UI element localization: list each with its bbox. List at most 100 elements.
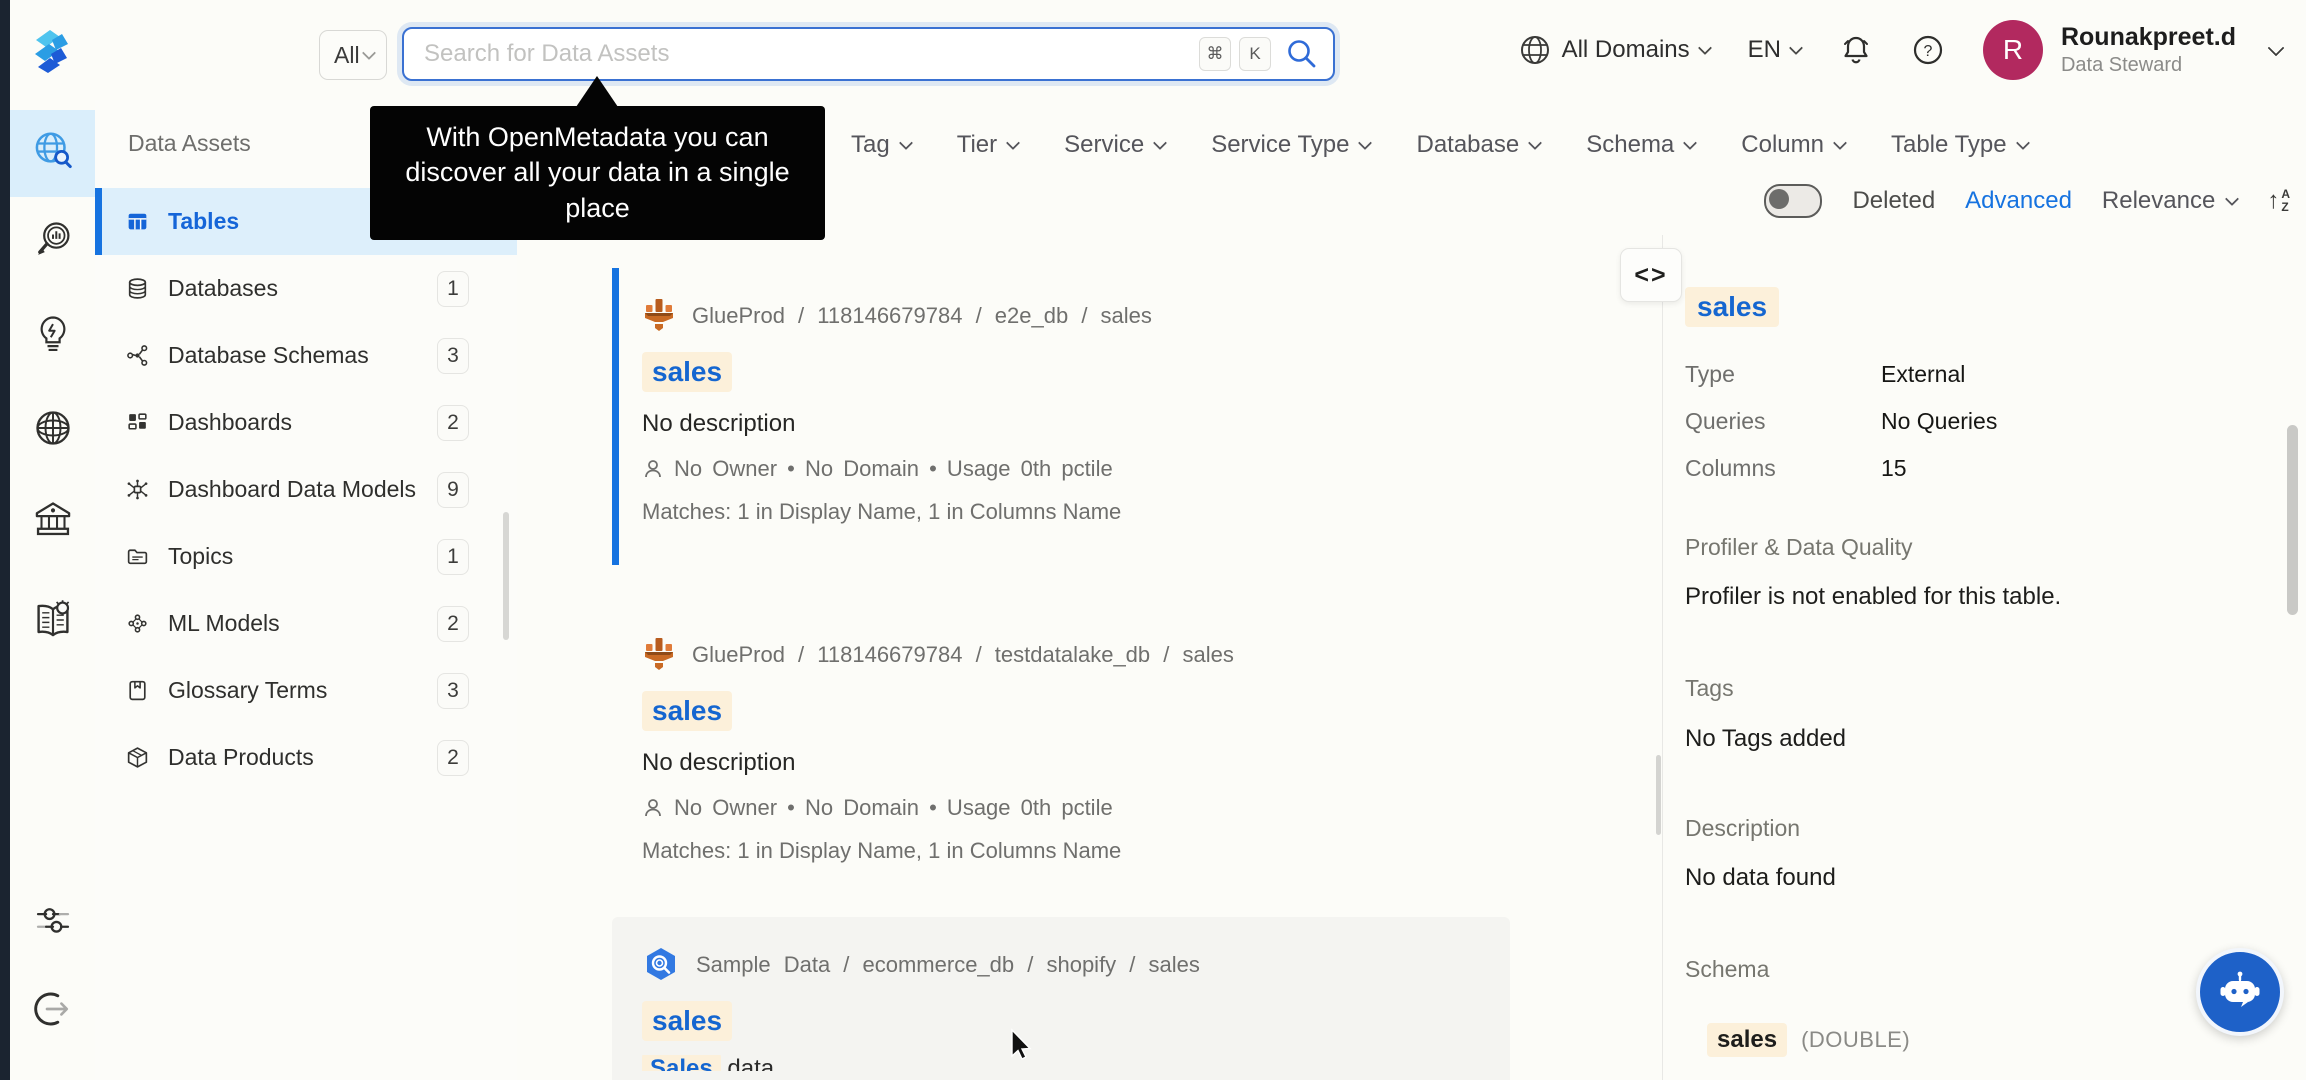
sidebar-item-explore[interactable] [10, 128, 95, 174]
explore-search-globe-icon [30, 128, 76, 174]
result-description: No description [642, 410, 796, 437]
search-scope-select[interactable]: All [319, 30, 387, 80]
chevron-down-icon [1006, 135, 1021, 151]
sidebar-item-label: Database Schemas [168, 342, 369, 368]
domains-dropdown[interactable]: All Domains [1518, 33, 1712, 67]
schema-field-type: (DOUBLE) [1801, 1027, 1911, 1052]
sidebar-item-ml-models[interactable]: ML Models 2 [95, 590, 517, 657]
search-scope-value: All [334, 41, 360, 68]
profiler-section-heading: Profiler & Data Quality [1685, 534, 1913, 560]
deleted-toggle[interactable] [1764, 184, 1823, 218]
result-card-sales-e2e[interactable]: GlueProd / 118146679784 / e2e_db / sales… [612, 268, 1510, 565]
globe-icon [30, 405, 76, 451]
sidebar-item-data-products[interactable]: Data Products 2 [95, 724, 517, 791]
window-edge-strip [0, 0, 10, 1080]
sidebar-item-glossary-terms[interactable]: Glossary Terms 3 [95, 657, 517, 724]
chevron-down-icon[interactable] [2267, 39, 2285, 57]
kv-label: Columns [1685, 455, 1776, 481]
onboarding-tooltip: With OpenMetadata you can discover all y… [370, 106, 825, 240]
breadcrumb: GlueProd / 118146679784 / testdatalake_d… [642, 635, 1510, 675]
sort-az-icon[interactable]: ↑ AZ [2267, 188, 2290, 213]
preview-title[interactable]: sales [1685, 287, 1780, 327]
logout-button[interactable] [10, 985, 95, 1033]
result-card-sales-shopify[interactable]: Sample Data / ecommerce_db / shopify / s… [612, 917, 1510, 1080]
result-title[interactable]: sales [642, 691, 733, 731]
chat-assistant-button[interactable] [2196, 948, 2284, 1036]
openmetadata-logo-icon[interactable] [30, 24, 74, 76]
chevron-down-icon [2015, 135, 2030, 151]
collapse-preview-button[interactable]: <> [1620, 248, 1682, 302]
filter-tier[interactable]: Tier [957, 131, 1021, 159]
user-menu[interactable]: R Rounakpreet.d Data Steward [1982, 20, 2285, 80]
sidebar-item-topics[interactable]: Topics 1 [95, 523, 517, 590]
breadcrumb: Sample Data / ecommerce_db / shopify / s… [642, 945, 1510, 985]
filter-tag[interactable]: Tag [851, 131, 913, 159]
result-title[interactable]: sales [642, 352, 733, 392]
count-badge: 2 [437, 605, 469, 642]
open-book-icon [29, 596, 77, 644]
preview-scrollbar[interactable] [2287, 425, 2298, 615]
panel-title: Data Assets [128, 130, 251, 156]
sort-letters: AZ [2281, 187, 2290, 214]
help-button[interactable]: ? [1911, 33, 1945, 67]
search-input[interactable] [422, 39, 1191, 69]
chevron-down-icon [1697, 40, 1712, 56]
bell-icon [1839, 33, 1873, 67]
avatar[interactable]: R [1982, 20, 2043, 80]
breadcrumb-text[interactable]: Sample Data / ecommerce_db / shopify / s… [696, 952, 1200, 978]
preview-summary: Type External Queries No Queries Columns… [1685, 361, 2306, 482]
sliders-icon [30, 898, 76, 944]
clipped-highlight: Sales [642, 1055, 721, 1071]
kv-row-queries: Queries No Queries [1685, 408, 2306, 435]
sidebar-item-domains[interactable] [10, 405, 95, 451]
count-badge: 9 [437, 471, 469, 508]
sidebar-item-database-schemas[interactable]: Database Schemas 3 [95, 322, 517, 389]
breadcrumb-text[interactable]: GlueProd / 118146679784 / testdatalake_d… [692, 642, 1234, 668]
sidebar-item-dashboard-data-models[interactable]: Dashboard Data Models 9 [95, 456, 517, 523]
result-meta: No Owner • No Domain • Usage 0th pctile [642, 795, 1510, 821]
toggle-knob [1769, 189, 1790, 209]
result-card-sales-testdatalake[interactable]: GlueProd / 118146679784 / testdatalake_d… [612, 607, 1510, 897]
filter-service-type[interactable]: Service Type [1211, 131, 1373, 159]
global-search-box[interactable]: ⌘ K [402, 27, 1335, 81]
count-badge: 2 [437, 404, 469, 441]
cmd-keycap: ⌘ [1199, 37, 1231, 71]
sidebar-item-settings[interactable] [10, 898, 95, 944]
advanced-search-link[interactable]: Advanced [1965, 187, 2072, 215]
filter-column[interactable]: Column [1741, 131, 1848, 159]
results-scrollbar[interactable] [1656, 755, 1661, 835]
filter-database[interactable]: Database [1416, 131, 1543, 159]
sidebar-item-databases[interactable]: Databases 1 [95, 255, 517, 322]
kv-label: Type [1685, 361, 1735, 387]
filter-table-type[interactable]: Table Type [1891, 131, 2030, 159]
sidebar-item-governance[interactable] [10, 496, 95, 542]
globe-grid-icon [1518, 33, 1552, 67]
svg-text:?: ? [1924, 43, 1933, 60]
filter-label: Database [1416, 131, 1520, 158]
filter-label: Column [1741, 131, 1824, 158]
sidebar-item-dashboards[interactable]: Dashboards 2 [95, 389, 517, 456]
sidebar-item-insights[interactable] [10, 312, 95, 356]
dashboard-grid-icon [125, 410, 150, 435]
sidebar-item-knowledge-center[interactable] [10, 596, 95, 644]
search-icon[interactable] [1285, 37, 1319, 71]
result-title[interactable]: sales [642, 1001, 733, 1041]
chevron-down-icon [361, 45, 376, 61]
kv-value: No Queries [1881, 408, 1998, 434]
breadcrumb: GlueProd / 118146679784 / e2e_db / sales [642, 296, 1510, 336]
filter-label: Service [1064, 131, 1145, 158]
sidebar-item-observability[interactable] [10, 218, 95, 262]
sort-dropdown[interactable]: Relevance [2102, 187, 2240, 215]
expand-glyph: <> [1634, 260, 1668, 289]
filter-schema[interactable]: Schema [1586, 131, 1698, 159]
glue-service-icon [642, 635, 676, 675]
language-dropdown[interactable]: EN [1748, 36, 1804, 64]
schema-network-icon [125, 343, 150, 368]
left-panel-scrollbar[interactable] [503, 512, 509, 640]
breadcrumb-text[interactable]: GlueProd / 118146679784 / e2e_db / sales [692, 303, 1152, 329]
notifications-button[interactable] [1839, 33, 1873, 67]
filter-service[interactable]: Service [1064, 131, 1168, 159]
description-section-heading: Description [1685, 815, 1801, 841]
kv-label: Queries [1685, 408, 1766, 434]
person-icon [642, 797, 664, 819]
